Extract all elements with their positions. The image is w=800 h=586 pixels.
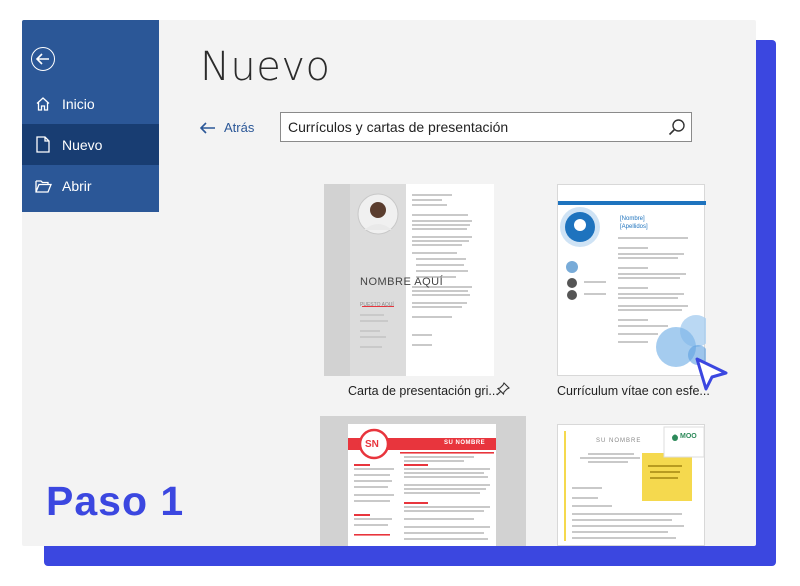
search-input-value[interactable]: Currículos y cartas de presentación [281,119,663,135]
home-icon [34,95,52,113]
template-label: Carta de presentación gri... [348,384,499,398]
template-search-input[interactable]: Currículos y cartas de presentación [280,112,692,142]
template-label: Currículum vítae con esfe... [557,384,710,398]
thumbnail-initials: SN [365,439,379,450]
cursor-pointer-icon [692,355,732,400]
sidebar: Inicio Nuevo Abrir [22,20,159,212]
page-title: Nuevo [200,44,331,90]
sidebar-item-label: Nuevo [62,136,103,153]
template-thumbnail[interactable]: [Nombre] [Apellidos] [557,184,712,376]
search-icon[interactable] [663,118,691,136]
template-thumbnail[interactable]: SN SU NOMBRE [320,416,526,546]
thumbnail-name: NOMBRE AQUÍ [360,276,444,288]
thumbnail-name: SU NOMBRE [444,440,486,446]
sidebar-item-label: Inicio [62,95,95,112]
word-backstage-window: Inicio Nuevo Abrir Nuevo Atrás Currículo… [22,20,756,546]
sidebar-item-nuevo[interactable]: Nuevo [22,124,159,165]
template-thumbnail[interactable]: SU NOMBRE MOO [557,424,705,546]
pin-icon[interactable] [496,382,510,401]
back-link-label: Atrás [224,120,255,135]
folder-open-icon [34,177,52,195]
step-label: Paso 1 [46,478,185,524]
thumbnail-brand: MOO [680,433,697,440]
sidebar-item-label: Abrir [62,177,92,194]
thumbnail-subtitle: PUESTO AQUÍ [360,302,394,308]
document-icon [34,136,52,154]
template-thumbnail[interactable]: NOMBRE AQUÍ PUESTO AQUÍ [324,184,494,376]
back-link[interactable]: Atrás [200,120,254,135]
thumbnail-name: [Nombre] [Apellidos] [620,216,648,230]
back-arrow-icon [200,121,215,134]
back-arrow-icon[interactable] [31,47,55,71]
thumbnail-name: SU NOMBRE [596,438,642,444]
sidebar-item-abrir[interactable]: Abrir [22,165,159,206]
sidebar-item-inicio[interactable]: Inicio [22,83,159,124]
